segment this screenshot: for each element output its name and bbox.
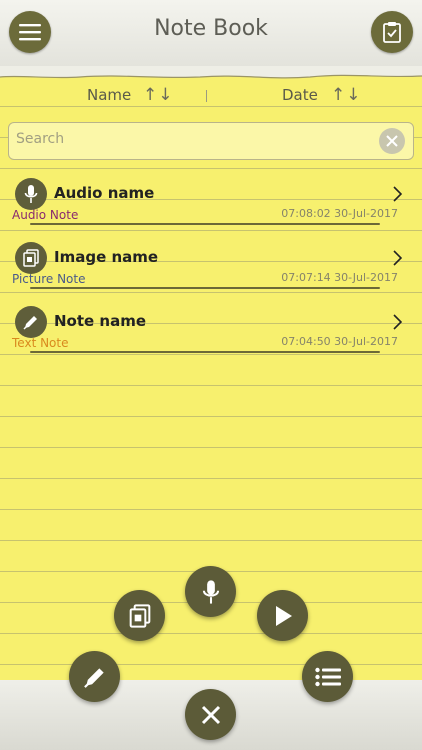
play-icon <box>275 605 292 626</box>
note-type-label: Picture Note <box>12 272 86 286</box>
close-menu-button[interactable] <box>185 689 236 740</box>
header-bar: Note Book <box>0 0 422 66</box>
picture-icon <box>129 603 150 628</box>
close-icon <box>201 705 220 724</box>
search-box <box>8 122 414 160</box>
note-name: Image name <box>54 248 159 266</box>
pencil-icon <box>83 667 104 688</box>
new-picture-note-button[interactable] <box>114 590 165 641</box>
list-item[interactable]: Audio name Audio Note 07:08:02 30-Jul-20… <box>0 178 422 238</box>
search-input[interactable] <box>16 131 376 147</box>
underline-divider <box>30 223 380 225</box>
clear-search-button[interactable] <box>379 128 405 154</box>
new-audio-note-button[interactable] <box>185 566 236 617</box>
play-button[interactable] <box>257 590 308 641</box>
underline-divider <box>30 287 380 289</box>
note-timestamp: 07:07:14 30-Jul-2017 <box>281 271 398 284</box>
chevron-right-icon <box>393 186 402 202</box>
list-item[interactable]: Image name Picture Note 07:07:14 30-Jul-… <box>0 242 422 302</box>
note-type-badge <box>15 306 47 338</box>
sort-date-arrows-icon[interactable]: ↑↓ <box>331 85 362 105</box>
microphone-icon <box>202 579 219 604</box>
clipboard-check-icon <box>383 22 401 43</box>
sort-divider <box>206 90 207 102</box>
chevron-right-icon <box>393 314 402 330</box>
torn-paper-edge <box>0 66 422 79</box>
note-type-label: Text Note <box>12 336 69 350</box>
note-type-label: Audio Note <box>12 208 79 222</box>
note-name: Note name <box>54 312 147 330</box>
note-timestamp: 07:08:02 30-Jul-2017 <box>281 207 398 220</box>
sort-by-name-label[interactable]: Name <box>87 86 131 104</box>
picture-icon <box>23 249 39 267</box>
list-view-button[interactable] <box>302 651 353 702</box>
sort-bar: Name ↑↓ Date ↑↓ <box>0 82 422 108</box>
note-timestamp: 07:04:50 30-Jul-2017 <box>281 335 398 348</box>
note-name: Audio name <box>54 184 155 202</box>
sort-by-date-label[interactable]: Date <box>282 86 318 104</box>
underline-divider <box>30 351 380 353</box>
note-type-badge <box>15 178 47 210</box>
note-type-badge <box>15 242 47 274</box>
close-icon <box>386 135 398 147</box>
list-item[interactable]: Note name Text Note 07:04:50 30-Jul-2017 <box>0 306 422 366</box>
clipboard-button[interactable] <box>371 11 413 53</box>
list-icon <box>314 667 341 686</box>
chevron-right-icon <box>393 250 402 266</box>
pencil-icon <box>23 316 37 330</box>
page-title: Note Book <box>154 16 268 41</box>
microphone-icon <box>24 185 38 203</box>
sort-name-arrows-icon[interactable]: ↑↓ <box>143 85 174 105</box>
new-text-note-button[interactable] <box>69 651 120 702</box>
